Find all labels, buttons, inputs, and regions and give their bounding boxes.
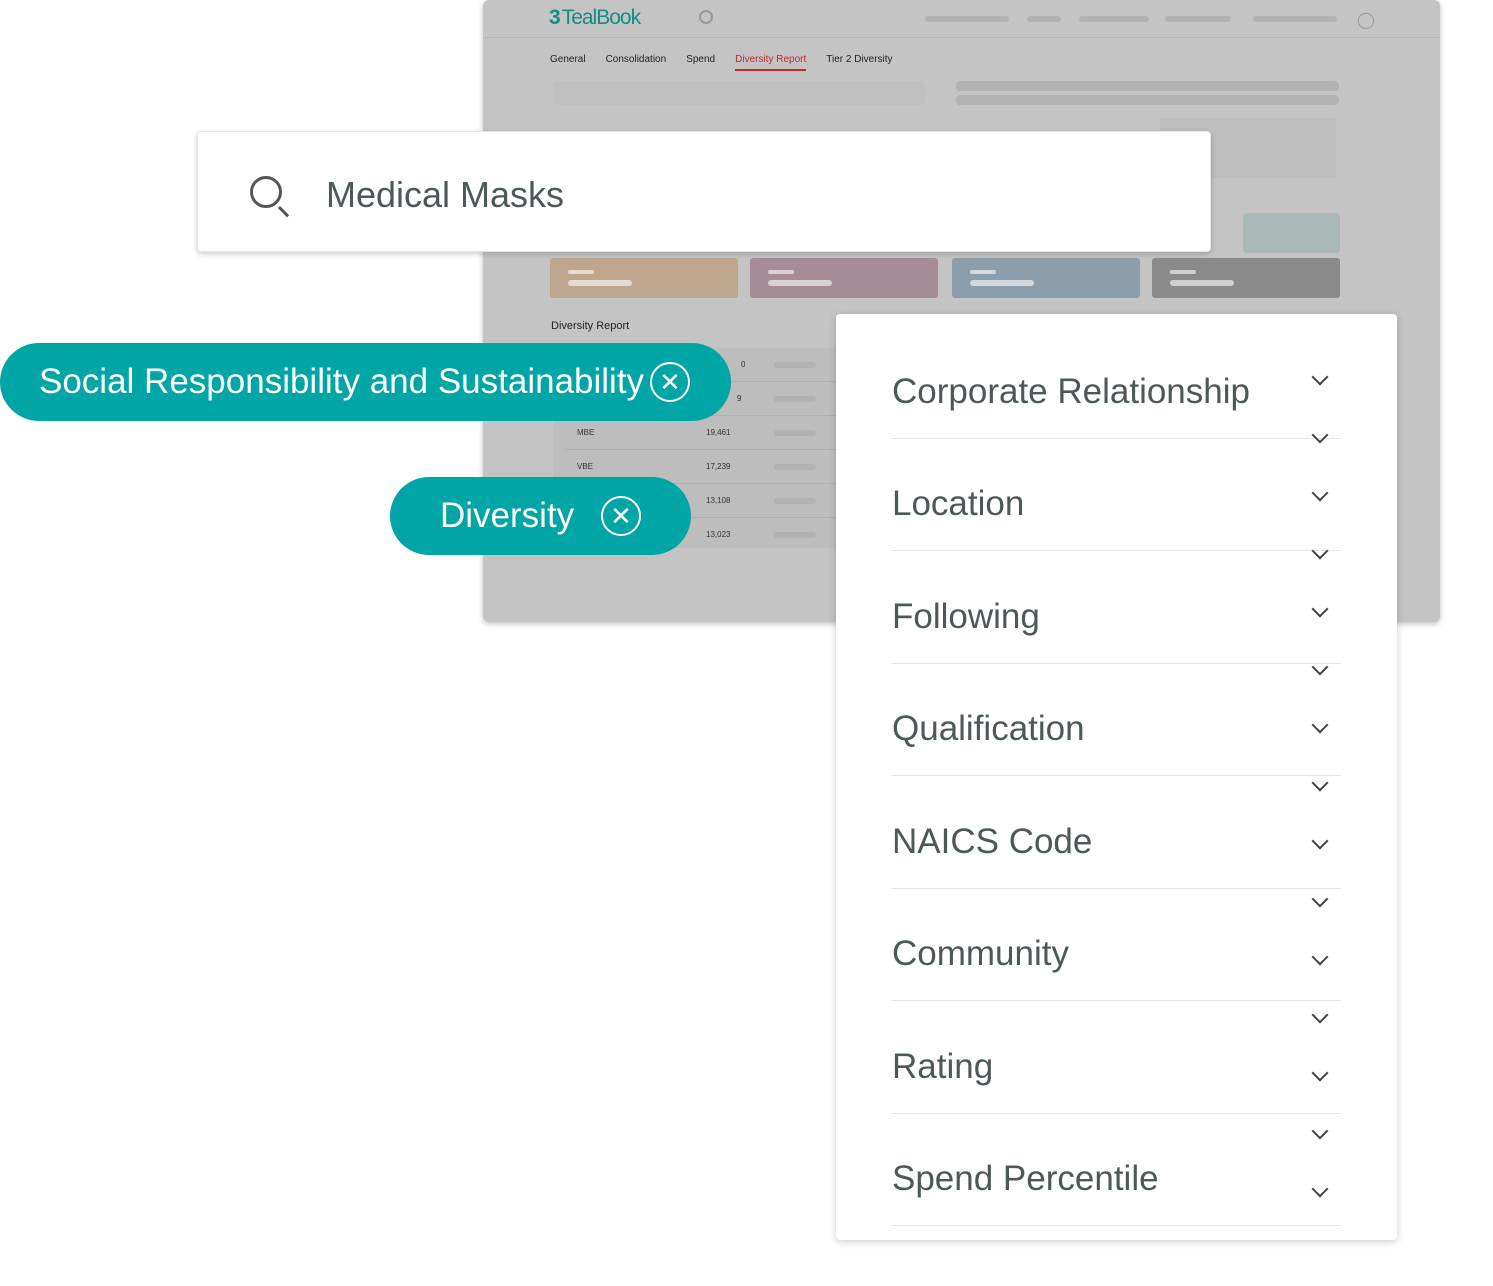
logo: 3TealBook bbox=[549, 6, 641, 29]
close-circle-icon[interactable]: ✕ bbox=[650, 362, 690, 402]
tab-bar: General Consolidation Spend Diversity Re… bbox=[550, 54, 913, 71]
tab-tier2-diversity[interactable]: Tier 2 Diversity bbox=[826, 54, 892, 71]
search-icon bbox=[250, 176, 282, 208]
stat-card bbox=[750, 258, 938, 298]
filter-following[interactable]: Following bbox=[892, 552, 1341, 664]
stat-card bbox=[550, 258, 738, 298]
filter-location[interactable]: Location bbox=[892, 439, 1341, 551]
stat-card bbox=[1152, 258, 1340, 298]
table-row: MBE 19,461 bbox=[565, 416, 845, 450]
chip-label: Social Responsibility and Sustainability bbox=[39, 362, 645, 401]
chip-label: Diversity bbox=[440, 496, 575, 535]
filter-panel: Corporate Relationship Location Followin… bbox=[836, 314, 1397, 1240]
search-bar[interactable]: Medical Masks bbox=[197, 131, 1211, 252]
filter-chip-social-responsibility[interactable]: Social Responsibility and Sustainability… bbox=[0, 343, 731, 421]
tab-spend[interactable]: Spend bbox=[686, 54, 715, 71]
search-input[interactable]: Medical Masks bbox=[326, 174, 564, 216]
filter-rating[interactable]: Rating bbox=[892, 1002, 1341, 1114]
close-circle-icon[interactable]: ✕ bbox=[601, 496, 641, 536]
tab-consolidation[interactable]: Consolidation bbox=[606, 54, 667, 71]
tab-general[interactable]: General bbox=[550, 54, 586, 71]
stat-card bbox=[952, 258, 1140, 298]
filter-spend-percentile[interactable]: Spend Percentile bbox=[892, 1114, 1341, 1226]
filter-chip-diversity[interactable]: Diversity ✕ bbox=[390, 477, 691, 555]
filter-qualification[interactable]: Qualification bbox=[892, 664, 1341, 776]
filter-community[interactable]: Community bbox=[892, 889, 1341, 1001]
filter-naics-code[interactable]: NAICS Code bbox=[892, 777, 1341, 889]
search-icon[interactable] bbox=[699, 10, 713, 24]
section-title: Diversity Report bbox=[551, 320, 630, 332]
user-icon[interactable]: ◯ bbox=[1357, 10, 1375, 30]
top-bar: 3TealBook ◯ bbox=[483, 0, 1440, 38]
filter-corporate-relationship[interactable]: Corporate Relationship bbox=[892, 327, 1341, 439]
tab-diversity-report[interactable]: Diversity Report bbox=[735, 54, 807, 71]
